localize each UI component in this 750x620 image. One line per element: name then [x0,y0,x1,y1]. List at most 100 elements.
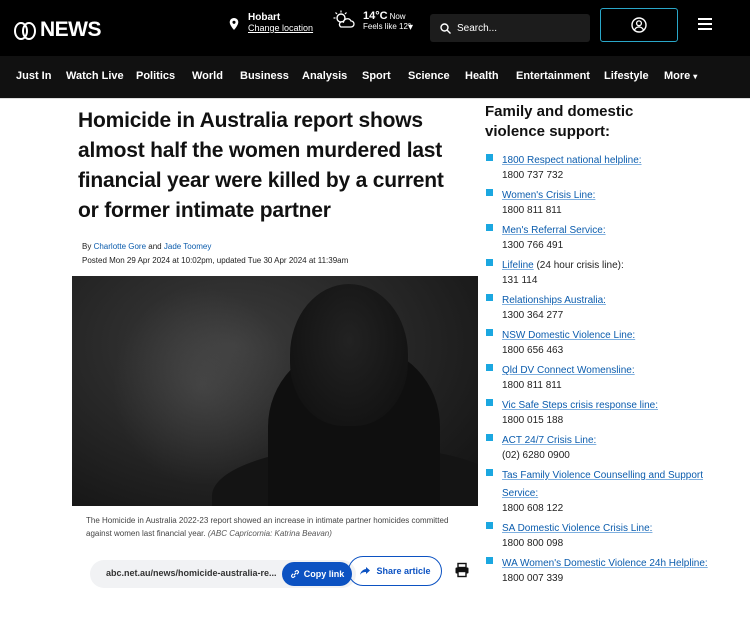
user-icon [631,17,647,33]
search-box[interactable]: Search... [430,14,590,42]
share-arrow-icon [360,567,371,575]
support-list-item: Lifeline (24 hour crisis line): 131 114 [486,255,712,288]
nav-more[interactable]: More ▾ [664,70,697,82]
support-phone: 1800 800 098 [502,538,564,549]
support-list-item: Tas Family Violence Counselling and Supp… [486,465,712,516]
hamburger-menu-icon[interactable] [698,18,712,33]
support-phone: 1800 737 732 [502,170,564,181]
support-service-note: (24 hour crisis line): [533,260,624,271]
share-article-label: Share article [376,566,431,576]
hero-image [72,276,478,506]
support-service-link[interactable]: Vic Safe Steps crisis response line: [502,400,658,411]
support-list-item: SA Domestic Violence Crisis Line: 1800 80… [486,518,712,551]
support-list-item: Women's Crisis Line: 1800 811 811 [486,185,712,218]
change-location-link[interactable]: Change location [248,23,313,33]
image-caption: The Homicide in Australia 2022-23 report… [86,514,466,540]
search-placeholder: Search... [457,22,498,34]
bullet-icon [486,154,493,161]
article-url[interactable]: abc.net.au/news/homicide-australia-re... [106,568,277,578]
bullet-icon [486,259,493,266]
print-icon[interactable] [454,562,470,578]
profile-button[interactable] [600,8,678,42]
top-bar: NEWS Hobart Change location 14°C Now Fee… [0,0,750,56]
nav-analysis[interactable]: Analysis [302,70,347,82]
abc-news-logo[interactable]: NEWS [14,18,102,42]
support-list: 1800 Respect national helpline: 1800 737 … [486,150,712,588]
nav-health[interactable]: Health [465,70,499,82]
support-service-link[interactable]: WA Women's Domestic Violence 24h Helplin… [502,558,708,569]
support-list-item: Qld DV Connect Womensline: 1800 811 811 [486,360,712,393]
share-article-button[interactable]: Share article [348,556,442,586]
bullet-icon [486,469,493,476]
nav-world[interactable]: World [192,70,223,82]
support-phone: 131 114 [502,275,538,286]
chevron-down-icon: ▾ [693,72,698,81]
bullet-icon [486,522,493,529]
author-link-1[interactable]: Charlotte Gore [94,242,146,251]
share-bar: abc.net.au/news/homicide-australia-re...… [84,556,480,588]
location-selector[interactable]: Hobart Change location [228,12,313,33]
support-list-item: NSW Domestic Violence Line: 1800 656 463 [486,325,712,358]
main-nav: Just In Watch Live Politics World Busine… [0,56,750,98]
feels-like: Feels like 12° [363,22,412,31]
nav-business[interactable]: Business [240,70,289,82]
byline: By Charlotte Gore and Jade Toomey [82,242,211,251]
support-service-link[interactable]: ACT 24/7 Crisis Line: [502,435,596,446]
weather-widget[interactable]: 14°C Now Feels like 12° [333,10,411,31]
support-list-item: Relationships Australia: 1300 364 277 [486,290,712,323]
byline-prefix: By [82,242,92,251]
support-phone: 1300 364 277 [502,310,564,321]
support-service-link[interactable]: Qld DV Connect Womensline: [502,365,635,376]
page: NEWS Hobart Change location 14°C Now Fee… [0,0,750,620]
nav-sport[interactable]: Sport [362,70,391,82]
bullet-icon [486,224,493,231]
support-list-item: WA Women's Domestic Violence 24h Helplin… [486,553,712,586]
support-service-link[interactable]: NSW Domestic Violence Line: [502,330,635,341]
byline-and: and [148,242,162,251]
support-sidebar-title: Family and domestic violence support: [485,103,634,140]
support-phone: 1800 007 339 [502,573,564,584]
support-phone: 1800 656 463 [502,345,564,356]
bullet-icon [486,329,493,336]
support-list-item: ACT 24/7 Crisis Line: (02) 6280 0900 [486,430,712,463]
author-link-2[interactable]: Jade Toomey [164,242,211,251]
copy-link-label: Copy link [303,569,345,579]
support-service-link[interactable]: Men's Referral Service: [502,225,606,236]
nav-just-in[interactable]: Just In [16,70,51,82]
support-service-link[interactable]: 1800 Respect national helpline: [502,155,642,166]
nav-divider [0,98,750,99]
weather-chevron-down-icon[interactable]: ▾ [408,22,413,33]
nav-lifestyle[interactable]: Lifestyle [604,70,649,82]
link-box: abc.net.au/news/homicide-australia-re...… [90,560,356,588]
support-service-link[interactable]: Relationships Australia: [502,295,606,306]
support-phone: 1800 811 811 [502,205,562,216]
support-phone: 1300 766 491 [502,240,564,251]
bullet-icon [486,364,493,371]
location-pin-icon [229,18,239,30]
support-service-link[interactable]: SA Domestic Violence Crisis Line: [502,523,652,534]
support-list-item: 1800 Respect national helpline: 1800 737 … [486,150,712,183]
nav-more-label: More [664,70,691,82]
support-service-link[interactable]: Lifeline [502,260,534,271]
nav-science[interactable]: Science [408,70,450,82]
bullet-icon [486,557,493,564]
caption-credit: (ABC Capricornia: Katrina Beavan) [207,529,332,538]
support-phone: (02) 6280 0900 [502,450,570,461]
bullet-icon [486,434,493,441]
support-list-item: Vic Safe Steps crisis response line: 1800… [486,395,712,428]
support-service-link[interactable]: Tas Family Violence Counselling and Supp… [502,470,703,499]
partly-sunny-icon [333,10,355,28]
temperature-now-label: Now [389,12,406,21]
logo-text: NEWS [40,18,102,41]
support-phone: 1800 608 122 [502,503,564,514]
nav-politics[interactable]: Politics [136,70,175,82]
abc-logo-icon [14,20,36,40]
nav-entertainment[interactable]: Entertainment [516,70,590,82]
support-list-item: Men's Referral Service: 1300 766 491 [486,220,712,253]
copy-link-button[interactable]: Copy link [282,562,352,586]
support-service-link[interactable]: Women's Crisis Line: [502,190,595,201]
nav-watch-live[interactable]: Watch Live [66,70,124,82]
support-phone: 1800 015 188 [502,415,564,426]
bullet-icon [486,189,493,196]
location-city: Hobart [248,12,281,23]
